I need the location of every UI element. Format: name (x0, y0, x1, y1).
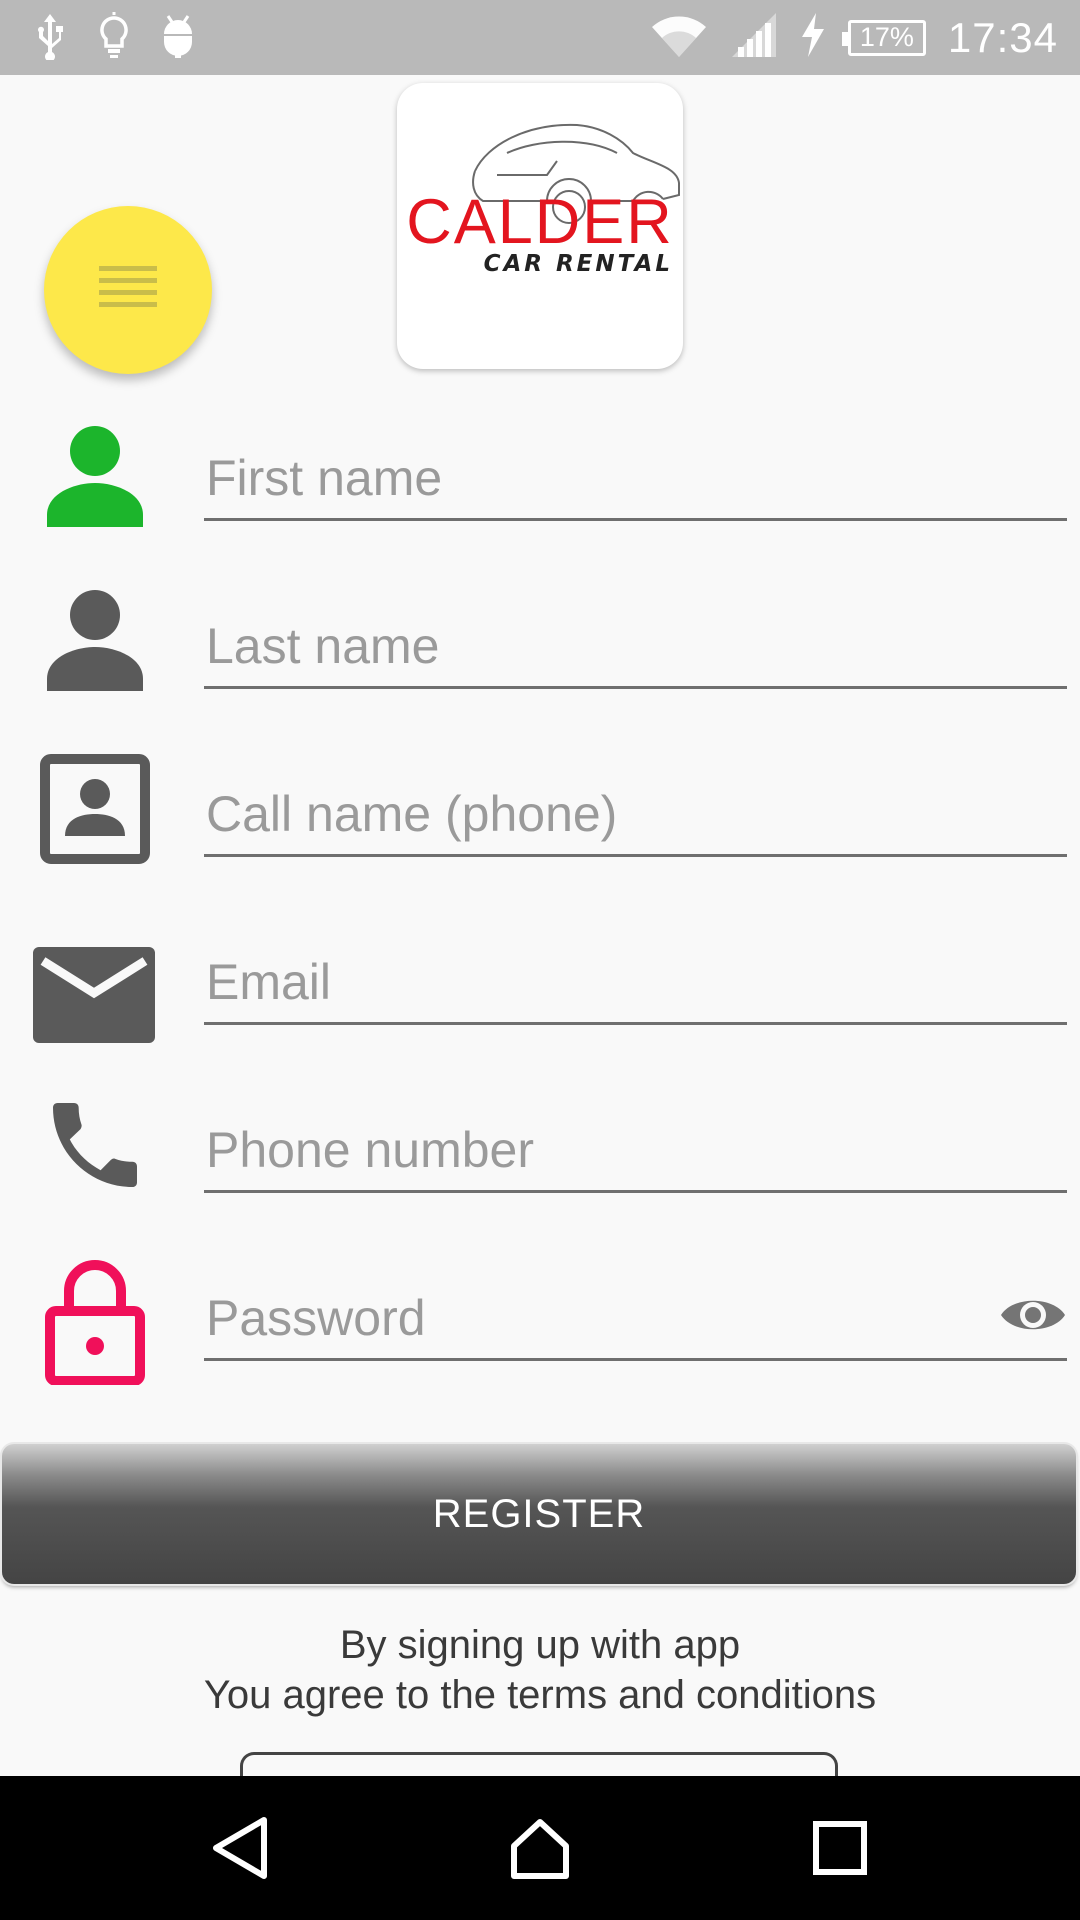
call-name-field[interactable]: Call name (phone) (204, 774, 1067, 857)
person-icon (30, 410, 160, 540)
register-screen: 17% 17:34 CALDER CAR RENTAL First name L… (0, 0, 1080, 1920)
back-icon[interactable] (204, 1812, 276, 1884)
call-name-placeholder: Call name (phone) (206, 786, 618, 842)
logo-text: CALDER (406, 187, 674, 257)
navigation-bar (0, 1776, 1080, 1920)
register-button-label: REGISTER (432, 1491, 646, 1536)
app-logo: CALDER CAR RENTAL (397, 83, 683, 369)
register-button[interactable]: REGISTER (2, 1444, 1076, 1584)
email-icon (24, 940, 164, 1050)
first-name-row: First name (0, 400, 1080, 560)
call-name-row: Call name (phone) (0, 740, 1080, 900)
logo-subtext: CAR RENTAL (483, 251, 673, 277)
email-placeholder: Email (206, 954, 332, 1010)
terms-text: By signing up with app You agree to the … (0, 1620, 1080, 1720)
first-name-field[interactable]: First name (204, 438, 1067, 521)
password-row: Password (0, 1250, 1080, 1410)
phone-number-placeholder: Phone number (206, 1122, 535, 1178)
first-name-placeholder: First name (206, 450, 443, 506)
last-name-row: Last name (0, 570, 1080, 730)
usb-icon (32, 12, 68, 65)
lightbulb-icon (96, 11, 132, 65)
phone-icon (30, 1080, 160, 1210)
hamburger-menu-icon (99, 264, 157, 317)
last-name-field[interactable]: Last name (204, 606, 1067, 689)
phone-number-field[interactable]: Phone number (204, 1110, 1067, 1193)
terms-line-2: You agree to the terms and conditions (203, 1673, 877, 1717)
status-left-icons (32, 11, 196, 65)
menu-button[interactable] (44, 206, 212, 374)
android-debug-icon (160, 12, 196, 65)
battery-percent: 17% (859, 22, 914, 52)
status-time: 17:34 (947, 13, 1058, 61)
status-right-icons: 17% 17:34 (650, 0, 1058, 75)
battery-indicator: 17% (841, 19, 926, 56)
password-field[interactable]: Password (204, 1278, 1067, 1361)
status-bar: 17% 17:34 (0, 0, 1080, 75)
home-icon[interactable] (504, 1812, 576, 1884)
password-placeholder: Password (206, 1290, 426, 1346)
terms-line-1: By signing up with app (339, 1623, 741, 1667)
email-row: Email (0, 910, 1080, 1070)
phone-row: Phone number (0, 1080, 1080, 1240)
person-icon (30, 574, 160, 704)
email-field[interactable]: Email (204, 942, 1067, 1025)
contact-card-icon (30, 744, 160, 874)
lock-icon (30, 1250, 160, 1390)
wifi-icon (650, 11, 708, 64)
eye-icon[interactable] (999, 1292, 1067, 1343)
last-name-placeholder: Last name (206, 618, 440, 674)
recents-icon[interactable] (804, 1812, 876, 1884)
charging-icon (800, 13, 826, 62)
signal-icon (730, 11, 778, 64)
